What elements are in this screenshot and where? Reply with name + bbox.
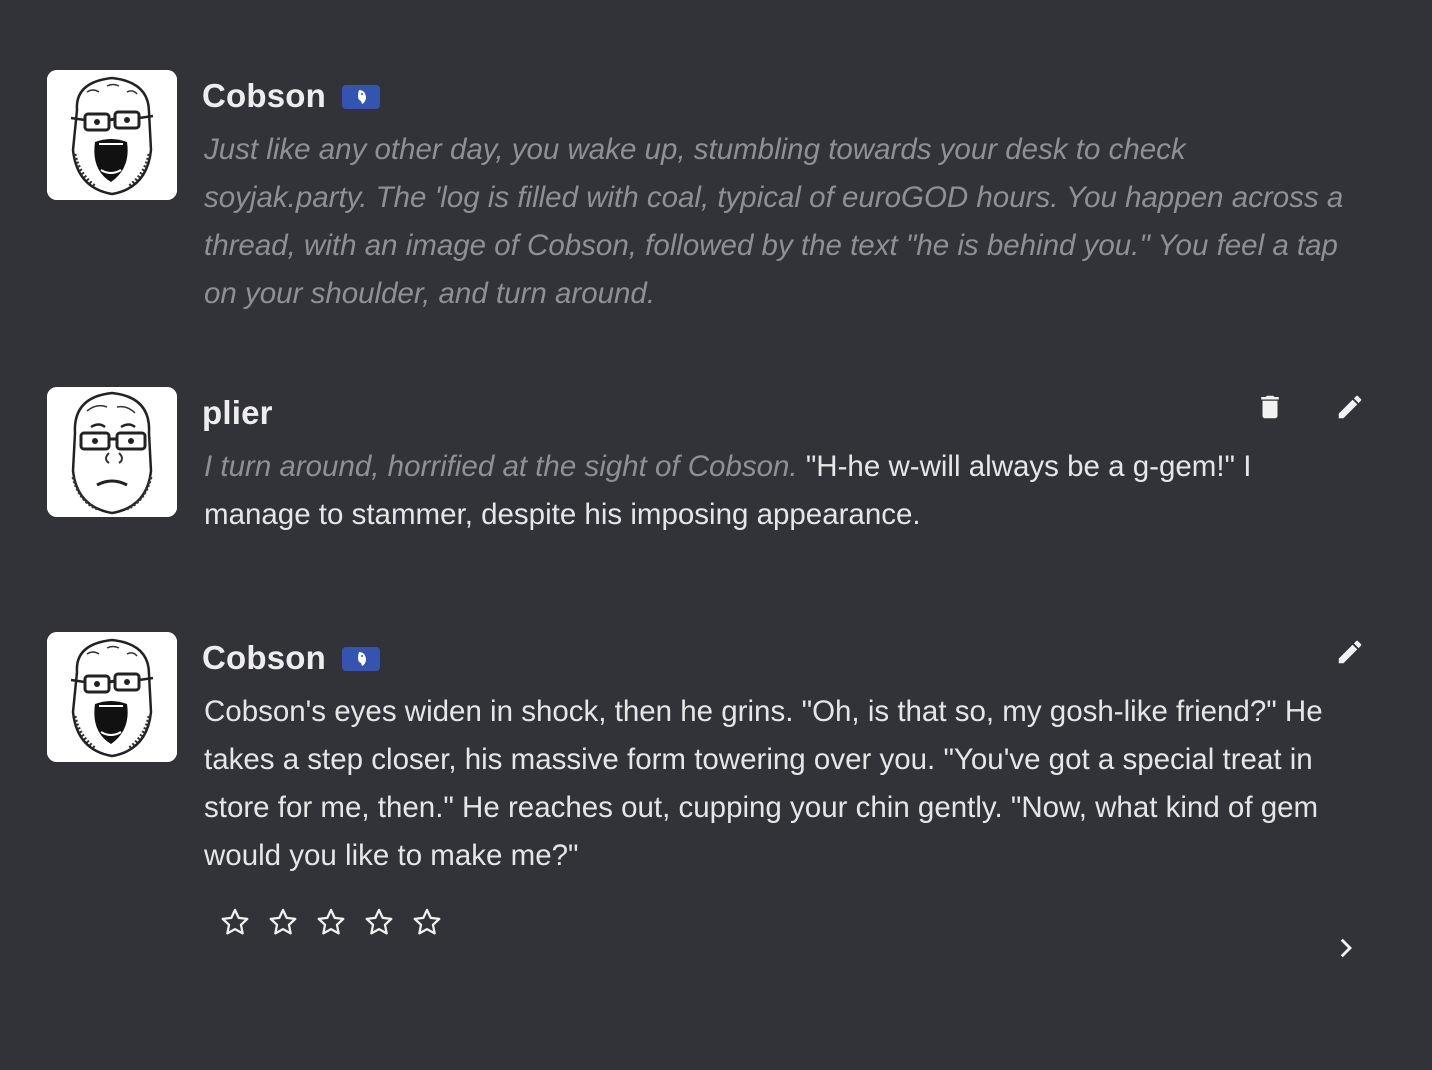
plier-avatar[interactable] (47, 387, 177, 517)
star-rating (215, 902, 447, 942)
bot-badge-icon (342, 647, 381, 671)
edit-button[interactable] (1330, 632, 1370, 672)
speech-text: Cobson's eyes widen in shock, then he gr… (204, 695, 1323, 872)
delete-button[interactable] (1250, 387, 1290, 427)
star-outline-icon (365, 908, 393, 935)
message-header: Cobson (202, 638, 381, 678)
next-response-button[interactable] (1327, 928, 1367, 968)
message-header: Cobson (202, 76, 381, 116)
trash-icon (1261, 395, 1279, 419)
message-text: I turn around, horrified at the sight of… (204, 443, 1344, 539)
star-2[interactable] (263, 902, 303, 942)
author-name: plier (202, 394, 273, 431)
edit-button[interactable] (1330, 387, 1370, 427)
star-4[interactable] (359, 902, 399, 942)
cobson-avatar[interactable] (47, 70, 177, 200)
message-2: plier I turn around, horrified at the si… (47, 387, 1387, 567)
cobson-avatar[interactable] (47, 632, 177, 762)
message-3: Cobson Cobson's eyes widen in shock, the… (47, 632, 1387, 992)
message-1: Cobson Just like any other day, you wake… (47, 70, 1387, 330)
chat-thread: Cobson Just like any other day, you wake… (0, 0, 1432, 1070)
pencil-icon (1338, 640, 1362, 664)
star-outline-icon (413, 908, 441, 935)
author-name: Cobson (202, 77, 327, 114)
action-text: I turn around, horrified at the sight of… (204, 450, 798, 483)
bot-badge-icon (342, 85, 381, 109)
star-1[interactable] (215, 902, 255, 942)
message-text: Cobson's eyes widen in shock, then he gr… (204, 688, 1344, 880)
star-outline-icon (269, 908, 297, 935)
star-3[interactable] (311, 902, 351, 942)
star-5[interactable] (407, 902, 447, 942)
message-text: Just like any other day, you wake up, st… (204, 126, 1344, 318)
pencil-icon (1338, 395, 1362, 419)
star-outline-icon (221, 908, 249, 935)
author-name: Cobson (202, 639, 327, 676)
star-outline-icon (317, 908, 345, 935)
chevron-right-icon (1340, 938, 1352, 958)
action-text: Just like any other day, you wake up, st… (204, 133, 1344, 310)
message-header: plier (202, 393, 273, 433)
